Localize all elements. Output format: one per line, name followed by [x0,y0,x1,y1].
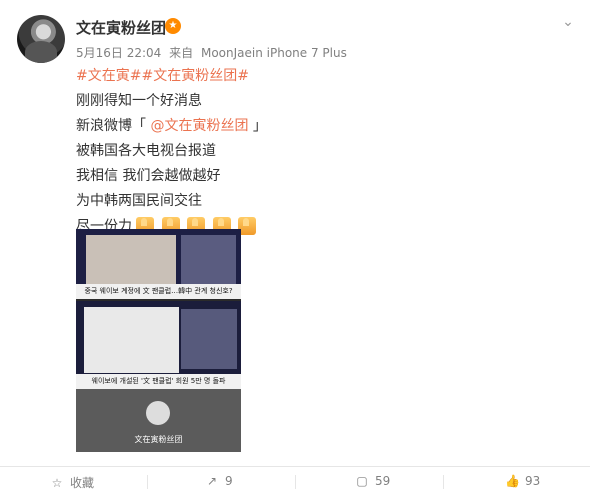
comment-icon: ▢ [356,474,368,488]
repost-icon: ↗ [206,474,218,488]
frame-photo [86,235,176,285]
post-content: #文在寅##文在寅粉丝团# 刚刚得知一个好消息 新浪微博「 @文在寅粉丝团 」 … [76,64,496,239]
chevron-down-icon[interactable]: ⌄ [560,14,576,30]
repost-button[interactable]: ↗ 9 [205,474,233,488]
media-frame-2: 웨이보에 개설된 '文 팬클럽' 회원 5만 명 돌파 [76,301,241,389]
hashtag[interactable]: #文在寅##文在寅粉丝团# [76,68,249,84]
divider [443,475,444,489]
vip-badge-icon: ★ [165,18,181,34]
post-line: 为中韩两国民间交往 [76,193,202,209]
frame-screen [84,307,179,373]
divider [295,475,296,489]
weibo-post: 文在寅粉丝团 ★ ⌄ 5月16日 22:04 来自 MoonJaein iPho… [0,0,590,496]
repost-count: 9 [225,474,233,488]
star-icon: ☆ [51,475,63,490]
mention-link[interactable]: @文在寅粉丝团 [150,118,248,134]
frame-anchor [181,309,237,369]
post-line-mention: 新浪微博「 @文在寅粉丝团 」 [76,114,496,139]
thumbs-up-icon: 👍 [505,474,520,488]
frame-avatar [146,401,170,425]
frame-caption: 웨이보에 개설된 '文 팬클럽' 회원 5만 명 돌파 [76,374,241,389]
post-source: MoonJaein iPhone 7 Plus [200,46,347,60]
media-frame-1: 중국 웨이보 계정에 文 팬클럽…韓中 관계 청신호? [76,229,241,299]
post-source-prefix: 来自 [169,46,194,60]
divider [147,475,148,489]
mention-suffix: 」 [248,118,267,134]
comment-button[interactable]: ▢ 59 [355,474,390,488]
post-line-tags[interactable]: #文在寅##文在寅粉丝团# [76,64,496,89]
frame-caption: 文在寅粉丝团 [134,435,183,444]
collect-label: 收藏 [70,476,95,490]
like-button[interactable]: 👍 93 [505,474,540,488]
frame-caption: 중국 웨이보 계정에 文 팬클럽…韓中 관계 청신호? [76,284,241,299]
post-meta: 5月16日 22:04 来自 MoonJaein iPhone 7 Plus [76,44,351,61]
mention-prefix: 新浪微博「 [76,118,151,134]
post-line: 刚刚得知一个好消息 [76,93,202,109]
like-count: 93 [525,474,541,488]
post-line: 我相信 我们会越做越好 [76,168,221,184]
collect-button[interactable]: ☆ 收藏 [50,474,94,491]
action-bar: ☆ 收藏 ↗ 9 ▢ 59 👍 93 [0,467,590,496]
post-line: 被韩国各大电视台报道 [76,143,216,159]
post-date[interactable]: 5月16日 22:04 [76,46,161,60]
comment-count: 59 [375,474,391,488]
post-image[interactable]: 중국 웨이보 계정에 文 팬클럽…韓中 관계 청신호? 웨이보에 개설된 '文 … [76,229,241,452]
media-frame-3: 文在寅粉丝团 [76,389,241,452]
username[interactable]: 文在寅粉丝团 [76,17,166,38]
avatar[interactable] [17,15,65,63]
frame-anchor [181,235,236,285]
